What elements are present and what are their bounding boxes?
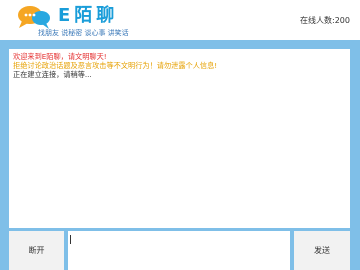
online-label: 在线人数:	[300, 16, 335, 25]
input-bar: 断开 发送	[9, 231, 350, 270]
system-message-status: 正在建立连接，请稍等...	[13, 70, 92, 79]
app-logo-title: E陌聊	[58, 5, 119, 26]
system-message-welcome: 欢迎来到E陌聊，请文明聊天!	[13, 52, 107, 61]
app-header: E陌聊 找朋友 说秘密 谈心事 讲笑话 在线人数:200	[0, 0, 360, 38]
chat-bubbles-icon	[18, 6, 50, 29]
app-tagline: 找朋友 说秘密 谈心事 讲笑话	[38, 29, 129, 37]
disconnect-button[interactable]: 断开	[9, 231, 64, 270]
chat-log: 欢迎来到E陌聊，请文明聊天! 拒绝讨论政治话题及恶言攻击等不文明行为！请勿泄露个…	[9, 49, 350, 228]
text-caret	[70, 235, 71, 244]
online-count: 200	[334, 16, 350, 25]
chat-frame: 欢迎来到E陌聊，请文明聊天! 拒绝讨论政治话题及恶言攻击等不文明行为！请勿泄露个…	[0, 40, 360, 270]
online-count-display: 在线人数:200	[300, 16, 350, 26]
message-input[interactable]	[68, 231, 290, 270]
send-button[interactable]: 发送	[294, 231, 350, 270]
system-message-warning: 拒绝讨论政治话题及恶言攻击等不文明行为！请勿泄露个人信息!	[13, 61, 218, 70]
